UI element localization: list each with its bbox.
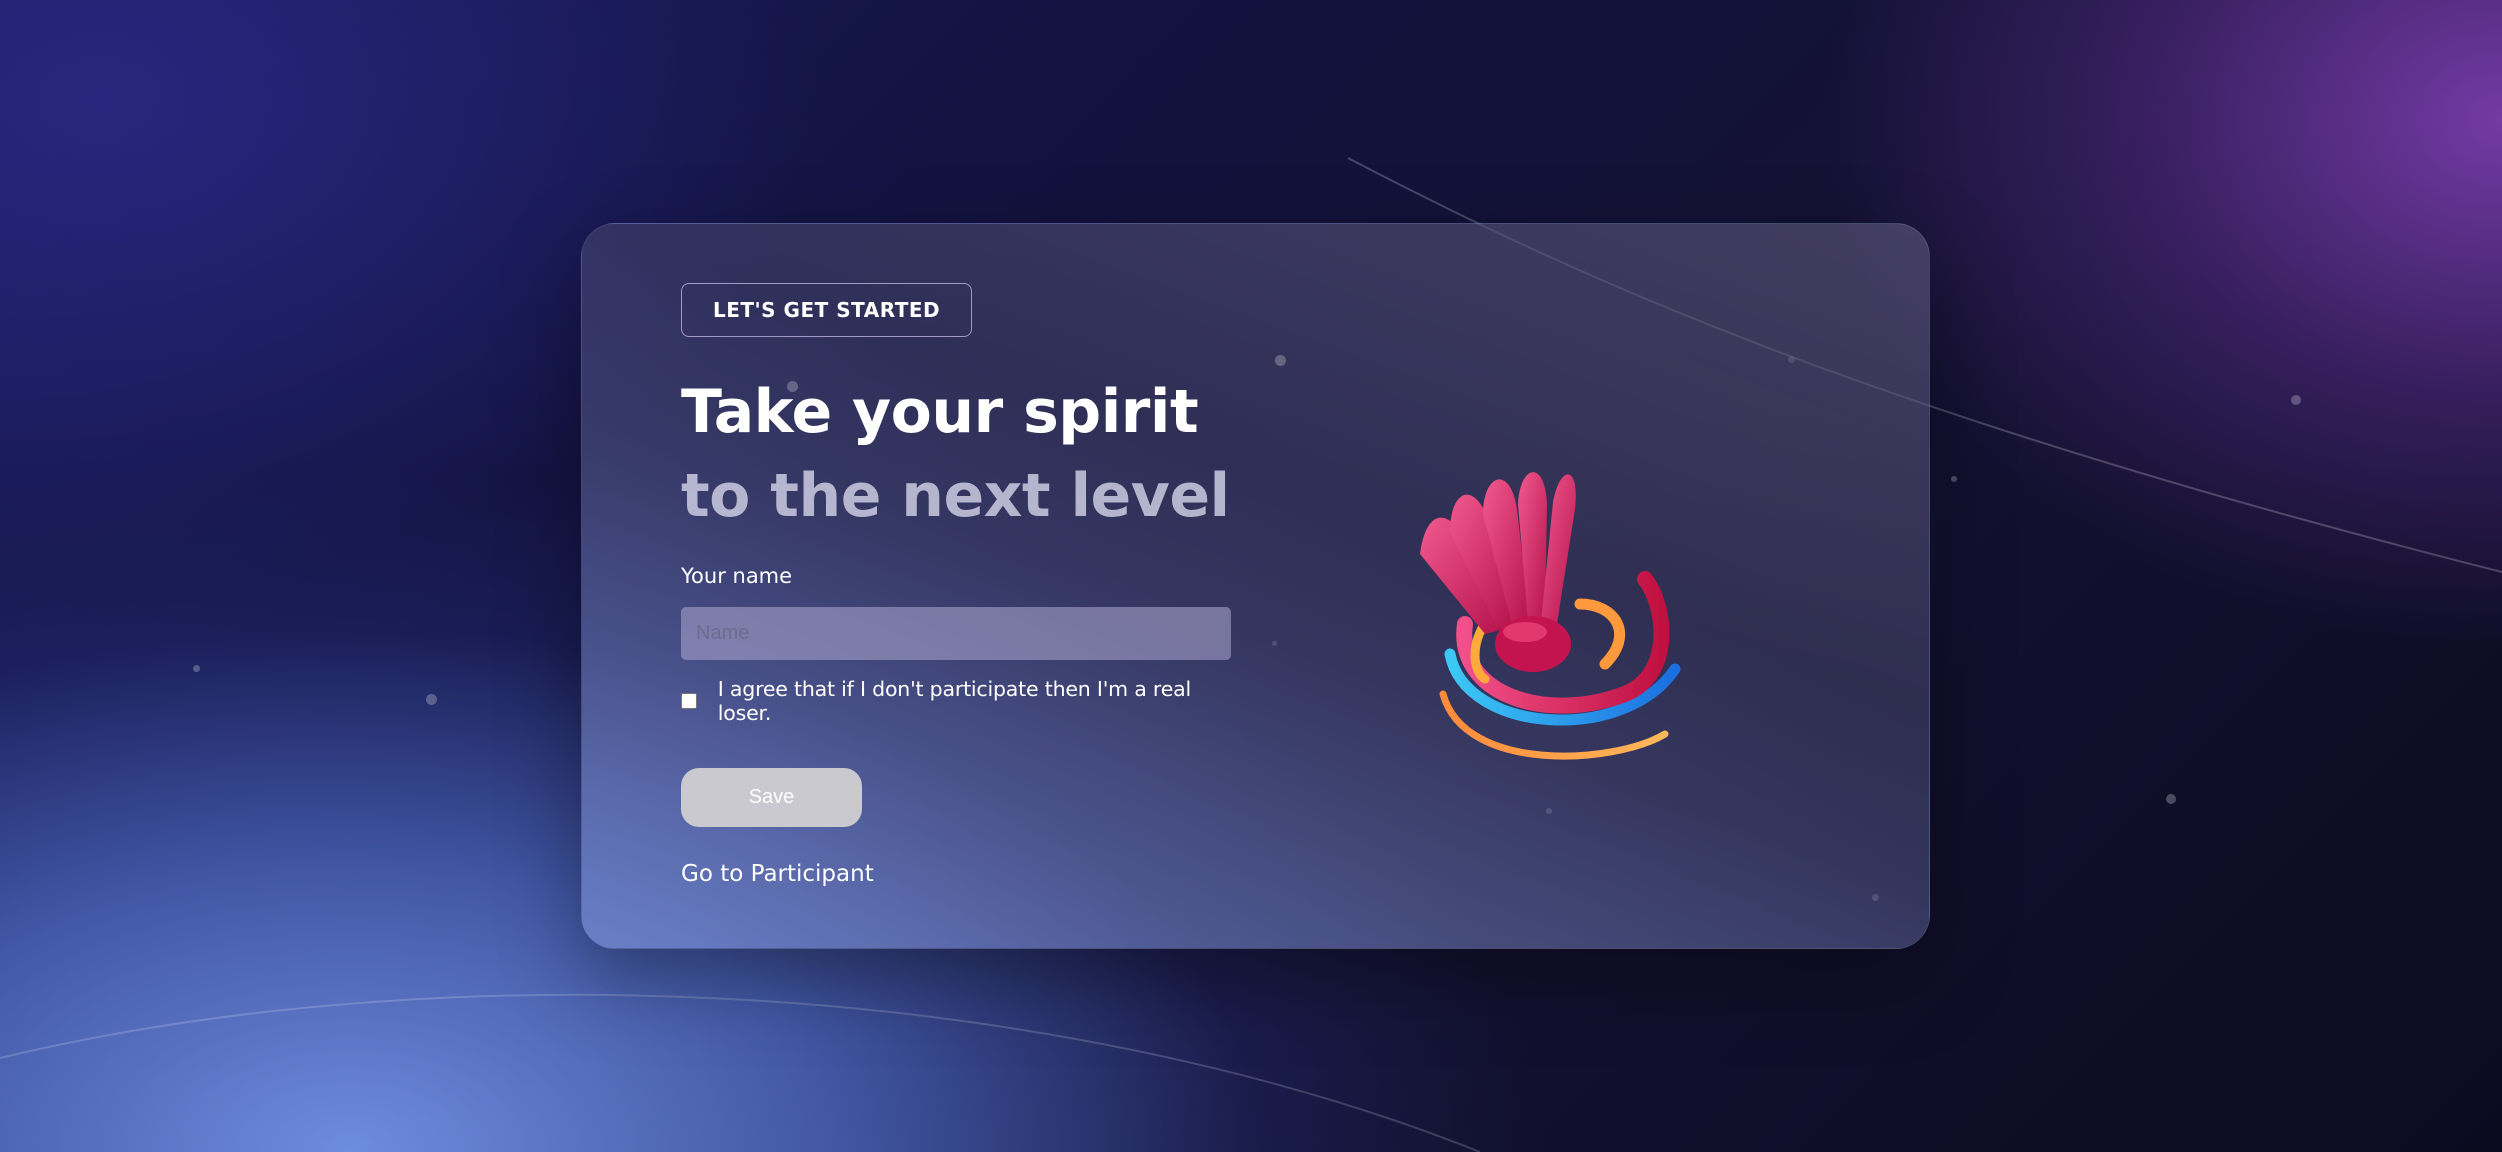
name-input[interactable]	[681, 607, 1231, 660]
agree-label: I agree that if I don't participate then…	[717, 677, 1191, 725]
headline-line-2: to the next level	[681, 461, 1230, 531]
headline-line-1: Take your spirit	[681, 377, 1199, 447]
badminton-shuttlecock-icon	[1420, 472, 1681, 760]
decor-dot	[1275, 355, 1286, 366]
decor-dot	[193, 665, 200, 672]
get-started-badge: LET'S GET STARTED	[681, 283, 973, 337]
decor-dot	[2166, 794, 2176, 804]
headline: Take your spirit to the next level	[681, 370, 1241, 538]
agree-checkbox[interactable]	[681, 693, 697, 709]
go-to-participant-link[interactable]: Go to Participant	[681, 861, 1241, 887]
save-button[interactable]: Save	[681, 768, 862, 827]
decor-dot	[426, 694, 437, 705]
name-label: Your name	[681, 564, 793, 588]
form-section: LET'S GET STARTED Take your spirit to th…	[681, 283, 1241, 887]
decor-dot	[1951, 476, 1957, 482]
agree-row: I agree that if I don't participate then…	[681, 677, 1241, 725]
decor-dot	[2291, 395, 2301, 405]
signup-card: LET'S GET STARTED Take your spirit to th…	[581, 223, 1930, 949]
